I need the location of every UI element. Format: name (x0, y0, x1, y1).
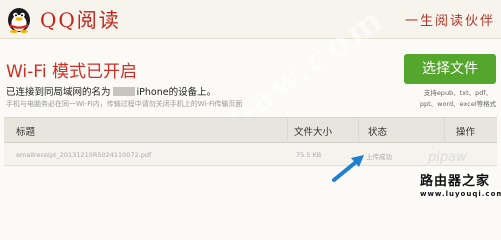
corner-watermark-mid: 路由器之家 (420, 170, 491, 189)
app-title: QQ阅读 (40, 8, 121, 32)
corner-watermark-top: pipaw (428, 150, 467, 165)
corner-watermark-bottom: www.luyouqi.com (420, 190, 501, 198)
connection-prefix: 已连接到同局域网的名为 (6, 87, 111, 98)
app-header: QQ阅读 一生阅读伙伴 (0, 0, 501, 39)
file-size: 75.5 KB (296, 151, 322, 159)
file-title: emailreceipt_20131210R5024110072.pdf (16, 151, 152, 159)
column-divider (287, 118, 288, 142)
wifi-mode-title: Wi-Fi 模式已开启 (6, 62, 137, 82)
header-action: 操作 (456, 127, 476, 138)
qq-penguin-icon (6, 5, 32, 33)
table-header: 标题 文件大小 状态 操作 (4, 118, 497, 143)
supported-formats: 支持epub、txt、pdf、ppt、word、excel等格式 (419, 89, 497, 108)
pointer-arrow-icon (330, 152, 370, 184)
header-size: 文件大小 (294, 127, 333, 138)
header-status: 状态 (368, 127, 388, 138)
header-title: 标题 (16, 127, 36, 138)
connection-suffix: iPhone的设备上。 (136, 87, 217, 98)
select-file-button[interactable]: 选择文件 (404, 54, 496, 84)
wifi-hint: 手机与电脑务必在同一Wi-Fi内，传输过程中请勿关闭手机上的Wi-Fi传输页面 (6, 100, 243, 108)
column-divider (444, 118, 445, 142)
slogan: 一生阅读伙伴 (404, 14, 495, 29)
column-divider (358, 118, 359, 142)
blurred-device-name (112, 87, 135, 96)
connection-status: 已连接到同局域网的名为 iPhone的设备上。 (6, 84, 216, 98)
corner-watermark: pipaw 路由器之家 www.luyouqi.com (420, 150, 501, 208)
